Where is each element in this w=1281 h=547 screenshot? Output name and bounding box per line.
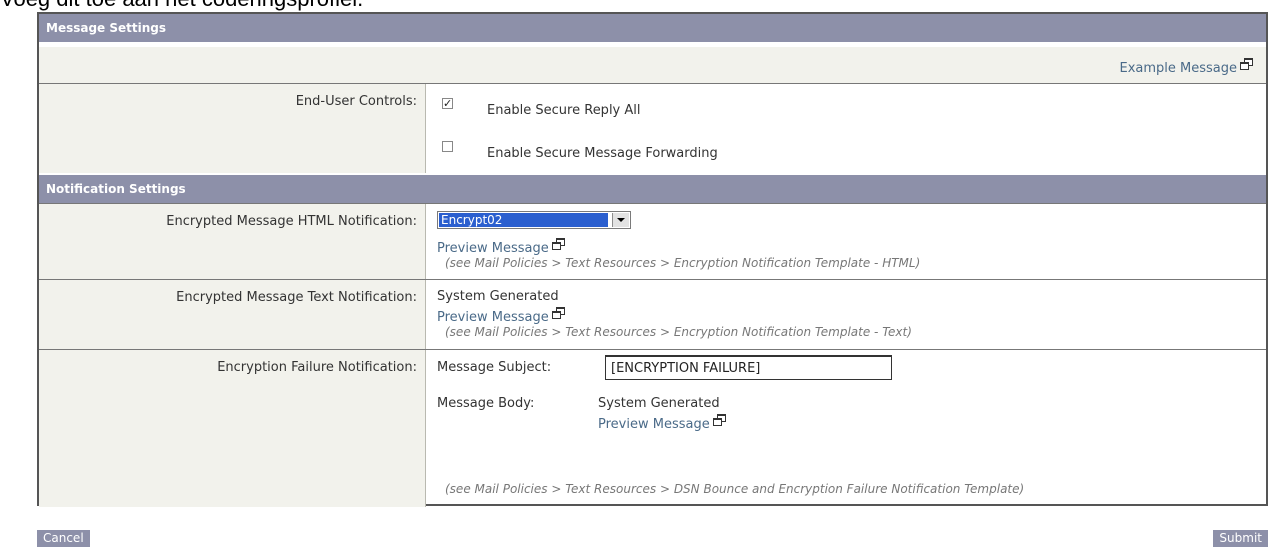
html-notification-select[interactable]: Encrypt02 — [437, 211, 631, 229]
example-message-row: Example Message — [39, 47, 1266, 84]
text-notification-hint: (see Mail Policies > Text Resources > En… — [445, 325, 912, 339]
end-user-controls-label: End-User Controls: — [39, 84, 426, 173]
html-notification-hint: (see Mail Policies > Text Resources > En… — [445, 256, 921, 270]
encryption-profile-panel: Message Settings Example Message End-Use… — [37, 12, 1268, 507]
message-subject-label: Message Subject: — [437, 360, 552, 375]
failure-notification-hint: (see Mail Policies > Text Resources > DS… — [445, 482, 1025, 496]
message-subject-input[interactable] — [605, 355, 892, 380]
text-notification-value: System Generated Preview Message (see Ma… — [427, 280, 1266, 350]
failure-notification-value: Message Subject: Message Body: System Ge… — [427, 350, 1266, 507]
secure-reply-all-checkbox[interactable]: ✓ — [442, 98, 453, 109]
cancel-button[interactable]: Cancel — [37, 530, 90, 547]
html-notification-row: Encrypted Message HTML Notification: Enc… — [39, 203, 1266, 280]
text-preview-label: Preview Message — [437, 310, 549, 325]
notification-settings-header: Notification Settings — [39, 175, 1266, 203]
text-notification-system-generated: System Generated — [437, 289, 559, 304]
end-user-controls-row: End-User Controls: ✓ Enable Secure Reply… — [39, 83, 1266, 173]
html-preview-link[interactable]: Preview Message — [437, 238, 565, 256]
chevron-down-icon[interactable] — [612, 213, 629, 227]
example-message-label: Example Message — [1119, 61, 1237, 76]
popup-window-icon — [551, 307, 565, 319]
popup-window-icon — [551, 238, 565, 250]
failure-notification-label: Encryption Failure Notification: — [39, 350, 426, 507]
page-caption: Voeg dit toe aan het coderingsprofiel. — [0, 0, 363, 12]
secure-message-forwarding-label: Enable Secure Message Forwarding — [487, 146, 718, 161]
html-notification-selected: Encrypt02 — [439, 213, 608, 227]
html-notification-value: Encrypt02 Preview Message (see Mail Poli… — [427, 204, 1266, 280]
failure-preview-label: Preview Message — [598, 417, 710, 432]
popup-window-icon — [1240, 58, 1253, 70]
message-body-system-generated: System Generated — [598, 396, 720, 411]
text-notification-label: Encrypted Message Text Notification: — [39, 280, 426, 350]
example-message-link[interactable]: Example Message — [1119, 58, 1253, 76]
html-notification-label: Encrypted Message HTML Notification: — [39, 204, 426, 280]
html-preview-label: Preview Message — [437, 241, 549, 256]
failure-preview-link[interactable]: Preview Message — [598, 414, 726, 432]
submit-button[interactable]: Submit — [1213, 530, 1268, 547]
message-settings-header: Message Settings — [39, 14, 1266, 42]
end-user-controls-value: ✓ Enable Secure Reply All Enable Secure … — [427, 84, 1266, 173]
secure-reply-all-label: Enable Secure Reply All — [487, 103, 641, 118]
text-notification-row: Encrypted Message Text Notification: Sys… — [39, 279, 1266, 350]
message-body-label: Message Body: — [437, 396, 535, 411]
secure-message-forwarding-checkbox[interactable] — [442, 141, 453, 152]
text-preview-link[interactable]: Preview Message — [437, 307, 565, 325]
failure-notification-row: Encryption Failure Notification: Message… — [39, 349, 1266, 507]
popup-window-icon — [712, 414, 726, 426]
